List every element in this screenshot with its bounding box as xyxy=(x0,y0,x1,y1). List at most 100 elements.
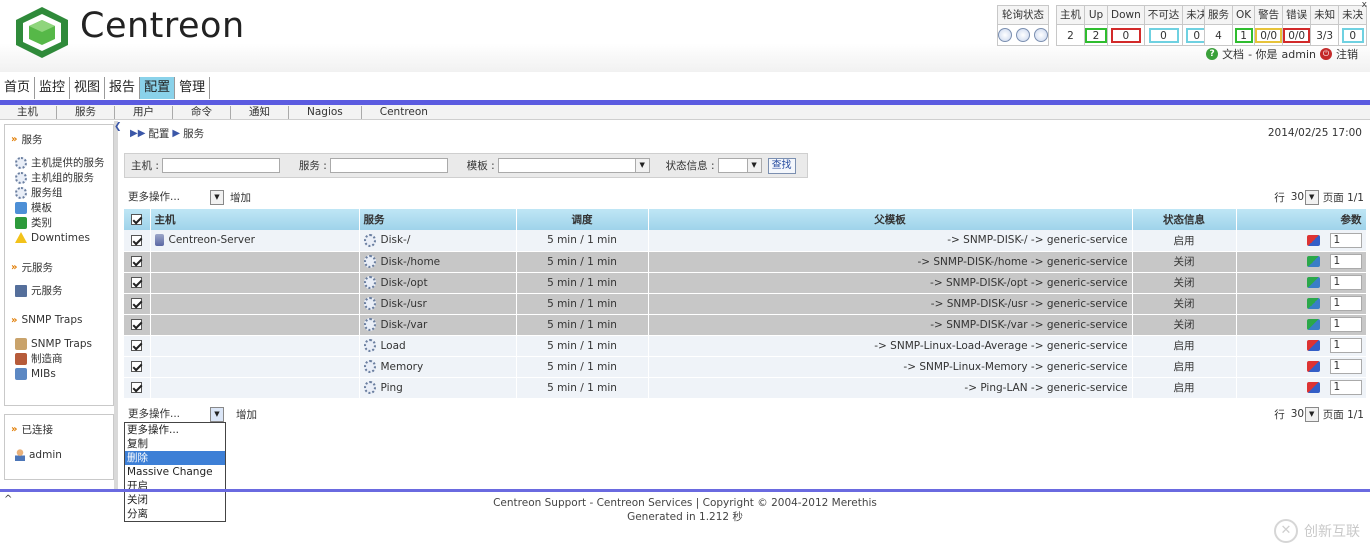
table-row[interactable]: Memory 5 min / 1 min -> SNMP-Linux-Memory … xyxy=(124,356,1367,378)
service-name[interactable]: Disk-/ xyxy=(381,234,411,246)
col-service[interactable]: 服务 xyxy=(359,209,517,230)
row-select-cell[interactable] xyxy=(124,293,151,315)
close-icon[interactable]: x xyxy=(1362,0,1367,10)
row-select-cell[interactable] xyxy=(124,356,151,378)
row-select-cell[interactable] xyxy=(124,251,151,273)
dropdown-option[interactable]: 复制 xyxy=(125,437,225,451)
row-select-cell[interactable] xyxy=(124,272,151,294)
row-checkbox[interactable] xyxy=(131,382,143,393)
table-row[interactable]: Disk-/usr 5 min / 1 min -> SNMP-DISK-/usr … xyxy=(124,293,1367,315)
filter-host-input[interactable] xyxy=(161,158,280,173)
breadcrumb-services[interactable]: 服务 xyxy=(183,126,204,141)
host-cell[interactable] xyxy=(150,356,360,378)
enable-icon[interactable] xyxy=(1306,256,1320,267)
footer-copyright[interactable]: Centreon Support - Centreon Services | C… xyxy=(0,496,1370,510)
bottom-add-link[interactable]: 增加 xyxy=(236,407,257,422)
col-host[interactable]: 主机 xyxy=(150,209,360,230)
host-cell[interactable] xyxy=(150,293,360,315)
enable-icon[interactable] xyxy=(1306,319,1320,330)
subnav-services[interactable]: 服务 xyxy=(57,105,115,119)
col-status[interactable]: 状态信息 xyxy=(1132,209,1237,230)
table-row[interactable]: Centreon-Server Disk-/ 5 min / 1 min -> SNM… xyxy=(124,230,1367,252)
disable-icon[interactable] xyxy=(1306,234,1320,246)
nav-reports[interactable]: 报告 xyxy=(105,77,141,99)
dropdown-option[interactable]: 更多操作... xyxy=(125,423,225,437)
service-cell[interactable]: Disk-/opt xyxy=(359,272,517,294)
service-name[interactable]: Ping xyxy=(381,382,403,394)
service-cell[interactable]: Disk-/var xyxy=(359,314,517,336)
service-name[interactable]: Load xyxy=(381,340,406,352)
duplicate-count-input[interactable]: 1 xyxy=(1329,232,1362,248)
row-checkbox[interactable] xyxy=(131,298,143,309)
service-name[interactable]: Disk-/usr xyxy=(381,298,427,310)
host-cell[interactable] xyxy=(150,335,360,357)
sidebar-item-meta-services[interactable]: 元服务 xyxy=(5,283,113,298)
poll-refresh-icon[interactable] xyxy=(998,28,1012,42)
sidebar-collapse-bar[interactable] xyxy=(114,121,118,491)
sidebar-item-snmp-traps[interactable]: SNMP Traps xyxy=(5,336,113,351)
enable-icon[interactable] xyxy=(1306,298,1320,309)
sidebar-item-vendors[interactable]: 制造商 xyxy=(5,351,113,366)
nav-home[interactable]: 首页 xyxy=(0,77,36,99)
row-checkbox[interactable] xyxy=(131,277,143,288)
sidebar-item-templates[interactable]: 模板 xyxy=(5,200,113,215)
host-cell[interactable] xyxy=(150,272,360,294)
row-checkbox[interactable] xyxy=(131,319,143,330)
row-checkbox[interactable] xyxy=(131,340,143,351)
enable-icon[interactable] xyxy=(1306,277,1320,288)
subnav-commands[interactable]: 命令 xyxy=(173,105,231,119)
host-total-value[interactable]: 2 xyxy=(1059,27,1082,43)
row-select-cell[interactable] xyxy=(124,377,151,399)
collapse-left-icon[interactable]: ❮ xyxy=(114,122,122,132)
row-select-cell[interactable] xyxy=(124,314,151,336)
logout-link[interactable]: 注销 xyxy=(1336,46,1358,62)
service-cell[interactable]: Load xyxy=(359,335,517,357)
duplicate-count-input[interactable]: 1 xyxy=(1329,254,1362,269)
filter-status-select[interactable]: ▼ xyxy=(717,158,762,173)
filter-service-input[interactable] xyxy=(329,158,448,173)
table-row[interactable]: Ping 5 min / 1 min -> Ping-LAN -> generic-… xyxy=(124,377,1367,399)
disable-icon[interactable] xyxy=(1306,340,1320,351)
help-icon[interactable]: ? xyxy=(1206,48,1219,60)
duplicate-count-input[interactable]: 1 xyxy=(1329,338,1362,353)
svc-total-value[interactable]: 4 xyxy=(1207,27,1230,43)
disable-icon[interactable] xyxy=(1306,361,1320,372)
subnav-notifications[interactable]: 通知 xyxy=(231,105,289,119)
svc-pending-value[interactable]: 0 xyxy=(1341,27,1364,43)
nav-administration[interactable]: 管理 xyxy=(175,77,211,99)
svc-unknown-value[interactable]: 3/3 xyxy=(1311,27,1339,43)
bottom-more-actions-select[interactable]: 更多操作... ▼ xyxy=(128,407,224,422)
nav-monitoring[interactable]: 监控 xyxy=(35,77,71,99)
svc-warning-value[interactable]: 0/0 xyxy=(1255,27,1283,43)
filter-template-select[interactable]: ▼ xyxy=(497,158,650,173)
duplicate-count-input[interactable]: 1 xyxy=(1329,296,1362,311)
host-up-value[interactable]: 2 xyxy=(1085,27,1107,43)
sidebar-item-mibs[interactable]: MIBs xyxy=(5,366,113,381)
sidebar-item-services-by-hostgroup[interactable]: 主机组的服务 xyxy=(5,170,113,185)
host-cell[interactable] xyxy=(150,377,360,399)
subnav-centreon[interactable]: Centreon xyxy=(362,106,446,119)
poll-gear-icon[interactable] xyxy=(1016,28,1030,42)
col-parent-template[interactable]: 父模板 xyxy=(648,209,1133,230)
sidebar-connected-user[interactable]: admin xyxy=(5,447,113,462)
duplicate-count-input[interactable]: 1 xyxy=(1329,359,1362,374)
top-more-actions-select[interactable]: 更多操作... ▼ xyxy=(128,190,224,205)
subnav-users[interactable]: 用户 xyxy=(115,105,173,119)
subnav-hosts[interactable]: 主机 xyxy=(0,105,57,119)
dropdown-option[interactable]: 删除 xyxy=(125,451,225,465)
host-unreachable-value[interactable]: 0 xyxy=(1148,27,1179,43)
top-add-link[interactable]: 增加 xyxy=(230,190,251,205)
table-row[interactable]: Disk-/opt 5 min / 1 min -> SNMP-DISK-/opt … xyxy=(124,272,1367,294)
sidebar-item-services-by-host[interactable]: 主机提供的服务 xyxy=(5,155,113,170)
poll-export-icon[interactable] xyxy=(1034,28,1048,42)
host-cell[interactable]: Centreon-Server xyxy=(150,230,360,252)
row-select-cell[interactable] xyxy=(124,230,151,252)
duplicate-count-input[interactable]: 1 xyxy=(1329,275,1362,290)
select-all-header[interactable] xyxy=(124,209,151,230)
service-name[interactable]: Disk-/opt xyxy=(381,277,428,289)
logout-icon[interactable]: ⏻ xyxy=(1320,48,1332,60)
disable-icon[interactable] xyxy=(1306,382,1320,393)
svc-critical-value[interactable]: 0/0 xyxy=(1283,27,1311,43)
svc-ok-value[interactable]: 1 xyxy=(1234,27,1253,43)
table-row[interactable]: Load 5 min / 1 min -> SNMP-Linux-Load-Aver… xyxy=(124,335,1367,357)
